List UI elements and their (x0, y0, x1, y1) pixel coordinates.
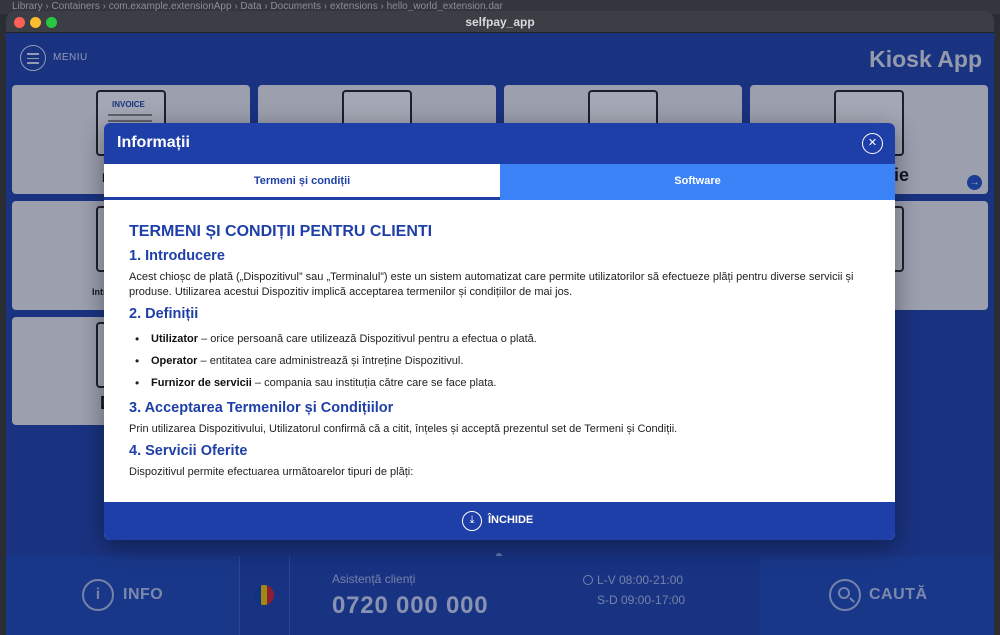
list-item: Utilizator – orice persoană care utilize… (129, 328, 869, 350)
download-icon: ⤓ (462, 511, 482, 531)
window-titlebar: selfpay_app (6, 11, 994, 33)
close-modal-button[interactable]: ⤓ ÎNCHIDE (104, 502, 895, 540)
definition-text: – compania sau instituția către care se … (251, 377, 497, 389)
section-text: Dispozitivul permite efectuarea următoar… (129, 466, 414, 478)
section-title: 2. Definiții (129, 306, 199, 322)
section-title: 4. Servicii Oferite (129, 443, 248, 459)
section-title: 1. Introducere (129, 248, 225, 264)
tab-terms[interactable]: Termeni și condiții (104, 164, 500, 200)
close-icon[interactable]: ✕ (862, 133, 883, 154)
definition-term: Furnizor de servicii (151, 377, 252, 389)
modal-title: Informații (117, 134, 190, 151)
terms-heading: TERMENI ȘI CONDIȚII PENTRU CLIENTI (129, 223, 433, 240)
terms-content[interactable]: TERMENI ȘI CONDIȚII PENTRU CLIENTI 1. In… (129, 223, 869, 501)
desktop-edge (994, 14, 1000, 635)
section-title: 3. Acceptarea Termenilor și Condițiilor (129, 400, 394, 416)
window-title: selfpay_app (465, 15, 535, 29)
definitions-list: Utilizator – orice persoană care utilize… (129, 328, 869, 394)
definition-text: – entitatea care administrează și întreț… (197, 355, 464, 367)
list-item: Operator – entitatea care administrează … (129, 350, 869, 372)
tab-software[interactable]: Software (500, 164, 895, 200)
section-text: Prin utilizarea Dispozitivului, Utilizat… (129, 423, 678, 435)
close-label: ÎNCHIDE (488, 514, 534, 526)
definition-term: Operator (151, 355, 198, 367)
modal-header: Informații ✕ (104, 123, 895, 164)
list-item: Furnizor de servicii – compania sau inst… (129, 372, 869, 394)
definition-text: – orice persoană care utilizează Dispozi… (198, 333, 537, 345)
section-text: Acest chioșc de plată („Dispozitivul” sa… (129, 271, 854, 298)
info-modal: Informații ✕ Termeni și condiții Softwar… (104, 123, 895, 540)
definition-term: Utilizator (151, 333, 199, 345)
